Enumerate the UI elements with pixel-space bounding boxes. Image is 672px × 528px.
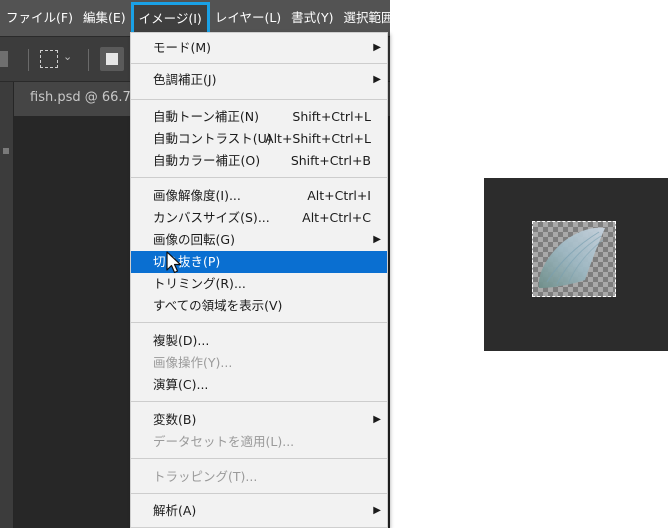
menu-item-shortcut: Alt+Shift+Ctrl+L <box>265 131 371 146</box>
menu-item-image-rotation[interactable]: 画像の回転(G) ▶ <box>131 229 387 251</box>
menu-item-label: 画像の回転(G) <box>153 232 235 247</box>
menu-select[interactable]: 選択範囲( <box>339 0 390 36</box>
crop-preview-thumbnail <box>484 178 668 351</box>
menu-item-duplicate[interactable]: 複製(D)... <box>131 330 387 352</box>
menu-item-shortcut: Shift+Ctrl+L <box>292 109 371 124</box>
menu-item-label: トラッピング(T)... <box>153 469 258 484</box>
menu-edit[interactable]: 編集(E) <box>78 0 131 36</box>
menu-item-reveal-all[interactable]: すべての領域を表示(V) <box>131 295 387 317</box>
menu-item-label: カンバスサイズ(S)... <box>153 210 270 225</box>
options-divider <box>28 49 29 71</box>
tool-preset-icon[interactable] <box>0 51 8 67</box>
menu-item-label: すべての領域を表示(V) <box>153 298 283 313</box>
menu-item-label: 色調補正(J) <box>153 72 217 87</box>
menu-separator <box>131 177 387 178</box>
menu-item-label: 演算(C)... <box>153 377 209 392</box>
menu-item-label: 画像解像度(I)... <box>153 188 241 203</box>
menu-separator <box>131 63 387 64</box>
menu-type[interactable]: 書式(Y) <box>286 0 338 36</box>
menu-item-label: 自動カラー補正(O) <box>153 153 261 168</box>
submenu-arrow-icon: ▶ <box>373 42 381 53</box>
menu-item-auto-tone[interactable]: 自動トーン補正(N) Shift+Ctrl+L <box>131 106 387 128</box>
menu-item-label: 切り抜き(P) <box>153 254 221 269</box>
menu-item-adjustments[interactable]: 色調補正(J) ▶ <box>131 69 387 91</box>
menu-item-label: モード(M) <box>153 40 212 55</box>
menu-item-shortcut: Alt+Ctrl+I <box>307 188 371 203</box>
submenu-arrow-icon: ▶ <box>373 74 381 85</box>
menu-item-label: 自動トーン補正(N) <box>153 109 259 124</box>
menu-item-auto-color[interactable]: 自動カラー補正(O) Shift+Ctrl+B <box>131 150 387 172</box>
chevron-down-icon[interactable]: ⌄ <box>63 50 72 63</box>
menu-item-label: 複製(D)... <box>153 333 210 348</box>
menu-layer[interactable]: レイヤー(L) <box>210 0 286 36</box>
menu-item-apply-data-set: データセットを適用(L)... <box>131 431 387 453</box>
menu-image[interactable]: イメージ(I) <box>130 1 210 36</box>
menu-item-auto-contrast[interactable]: 自動コントラスト(U) Alt+Shift+Ctrl+L <box>131 128 387 150</box>
options-divider <box>88 49 89 71</box>
menu-separator <box>131 458 387 459</box>
menu-separator <box>131 401 387 402</box>
menu-separator <box>131 99 387 100</box>
menu-item-label: 変数(B) <box>153 412 197 427</box>
menu-separator <box>131 493 387 494</box>
menu-item-mode[interactable]: モード(M) ▶ <box>131 37 387 59</box>
tool-icon[interactable] <box>3 148 9 154</box>
submenu-arrow-icon: ▶ <box>373 234 381 245</box>
menu-item-variables[interactable]: 変数(B) ▶ <box>131 409 387 431</box>
image-menu-dropdown: モード(M) ▶ 色調補正(J) ▶ 自動トーン補正(N) Shift+Ctrl… <box>130 32 388 528</box>
menu-item-shortcut: Shift+Ctrl+B <box>290 153 371 168</box>
new-selection-icon[interactable] <box>100 47 124 71</box>
menu-item-trap: トラッピング(T)... <box>131 466 387 488</box>
menu-bar: ファイル(F) 編集(E) イメージ(I) レイヤー(L) 書式(Y) 選択範囲… <box>0 0 390 36</box>
menu-item-analysis[interactable]: 解析(A) ▶ <box>131 500 387 522</box>
selection-marquee <box>532 221 616 297</box>
menu-item-calculations[interactable]: 演算(C)... <box>131 374 387 396</box>
fish-fin-image <box>538 227 605 288</box>
submenu-arrow-icon: ▶ <box>373 505 381 516</box>
menu-separator <box>131 322 387 323</box>
menu-item-shortcut: Alt+Ctrl+C <box>302 210 371 225</box>
document-tab[interactable]: fish.psd @ 66.7% <box>30 90 143 105</box>
tools-panel <box>0 82 14 528</box>
mouse-cursor-icon <box>166 251 182 274</box>
menu-item-label: 画像操作(Y)... <box>153 355 233 370</box>
menu-item-label: 解析(A) <box>153 503 197 518</box>
menu-item-label: データセットを適用(L)... <box>153 434 295 449</box>
submenu-arrow-icon: ▶ <box>373 414 381 425</box>
menu-item-apply-image: 画像操作(Y)... <box>131 352 387 374</box>
menu-file[interactable]: ファイル(F) <box>0 0 78 36</box>
menu-item-label: トリミング(R)... <box>153 276 246 291</box>
menu-item-trim[interactable]: トリミング(R)... <box>131 273 387 295</box>
menu-item-canvas-size[interactable]: カンバスサイズ(S)... Alt+Ctrl+C <box>131 207 387 229</box>
menu-item-label: 自動コントラスト(U) <box>153 131 272 146</box>
menu-item-image-size[interactable]: 画像解像度(I)... Alt+Ctrl+I <box>131 185 387 207</box>
rectangular-marquee-icon[interactable] <box>40 50 58 68</box>
